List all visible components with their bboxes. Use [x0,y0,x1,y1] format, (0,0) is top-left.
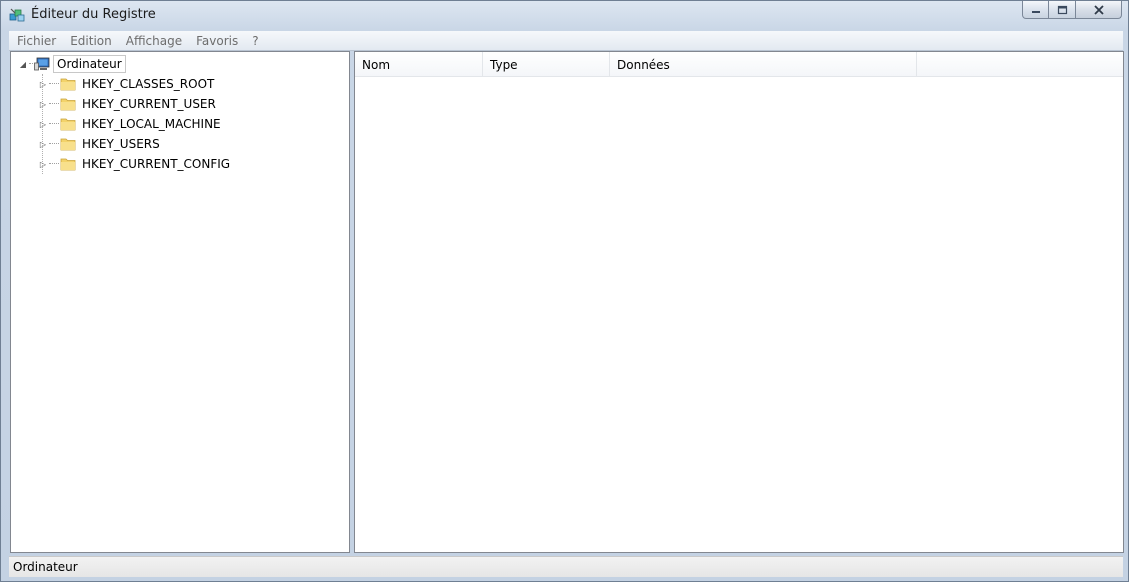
column-header-donnees[interactable]: Données [610,52,917,76]
list-header: Nom Type Données [355,52,1123,77]
close-button[interactable] [1076,1,1122,19]
expand-arrow-icon[interactable]: ▷ [38,139,48,149]
folder-icon [60,78,76,91]
restore-icon [1057,5,1067,14]
tree-item-hklm[interactable]: ▷ HKEY_LOCAL_MACHINE [38,114,223,134]
column-header-type[interactable]: Type [483,52,610,76]
menu-edition[interactable]: Edition [63,34,119,48]
tree-connector [49,103,59,105]
folder-icon [60,98,76,111]
expand-arrow-icon[interactable]: ▷ [38,99,48,109]
caption-buttons [1022,1,1122,20]
menu-affichage[interactable]: Affichage [119,34,189,48]
tree-item-hkcc[interactable]: ▷ HKEY_CURRENT_CONFIG [38,154,232,174]
minimize-icon [1031,10,1040,13]
expand-arrow-icon[interactable]: ▷ [38,119,48,129]
tree-item-label: HKEY_USERS [82,137,160,151]
status-bar: Ordinateur [9,556,1123,577]
folder-icon [60,158,76,171]
computer-icon [34,57,50,71]
tree-pane[interactable]: ◢ Ordinateur ▷ HKEY_CLASSES_ROOT ▷ HKEY_… [10,51,350,553]
menu-help[interactable]: ? [245,34,265,48]
window-title: Éditeur du Registre [31,7,156,22]
tree-connector [49,163,59,165]
tree-item-hkcr[interactable]: ▷ HKEY_CLASSES_ROOT [38,74,216,94]
collapse-arrow-icon[interactable]: ◢ [18,59,28,69]
tree-item-ordinateur[interactable]: ◢ Ordinateur [18,54,126,74]
registry-editor-window: Éditeur du Registre Fichier Edition Affi… [0,0,1129,582]
column-header-filler [917,52,1123,76]
title-bar[interactable]: Éditeur du Registre [1,1,1128,29]
values-pane[interactable]: Nom Type Données [354,51,1124,553]
minimize-button[interactable] [1022,1,1049,19]
tree-root-label: Ordinateur [53,55,126,73]
maximize-button[interactable] [1049,1,1076,19]
column-header-nom[interactable]: Nom [355,52,483,76]
tree-connector [49,143,59,145]
tree-item-hkcu[interactable]: ▷ HKEY_CURRENT_USER [38,94,218,114]
expand-arrow-icon[interactable]: ▷ [38,79,48,89]
tree-item-label: HKEY_LOCAL_MACHINE [82,117,221,131]
tree-connector [29,63,33,65]
menu-fichier[interactable]: Fichier [9,34,63,48]
regedit-icon [9,8,25,22]
expand-arrow-icon[interactable]: ▷ [38,159,48,169]
tree-item-label: HKEY_CURRENT_CONFIG [82,157,231,171]
menu-favoris[interactable]: Favoris [189,34,245,48]
menu-bar: Fichier Edition Affichage Favoris ? [9,31,1123,51]
close-icon [1093,4,1104,15]
tree-connector [49,123,59,125]
folder-icon [60,138,76,151]
tree-item-label: HKEY_CURRENT_USER [82,97,216,111]
tree-item-label: HKEY_CLASSES_ROOT [82,77,215,91]
tree-connector [49,83,59,85]
tree-item-hku[interactable]: ▷ HKEY_USERS [38,134,162,154]
folder-icon [60,118,76,131]
